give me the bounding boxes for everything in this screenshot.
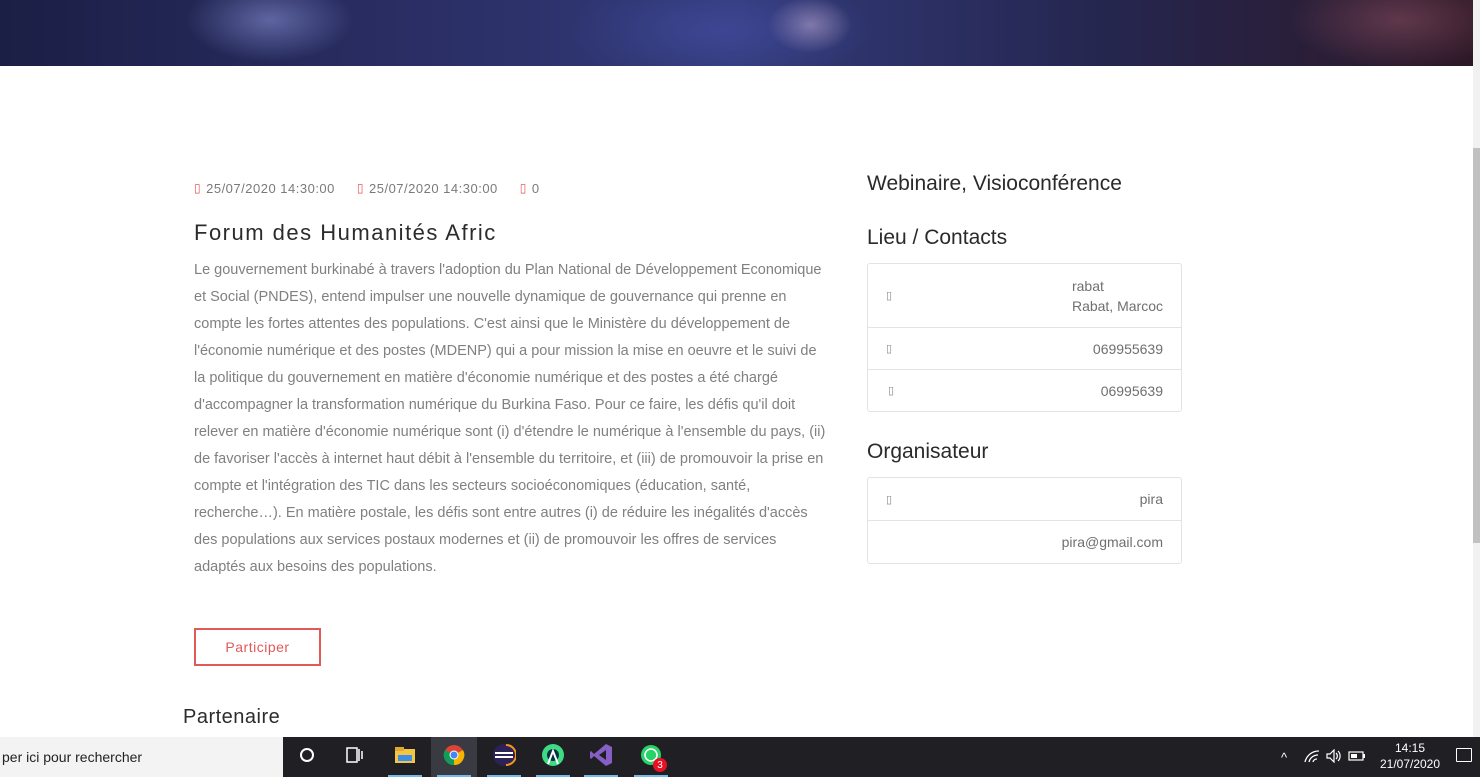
chevron-up-icon[interactable]: ^ [1276,750,1292,765]
taskbar-search[interactable]: per ici pour rechercher [0,737,283,777]
participant-count-text: 0 [531,180,540,196]
android-studio-icon [541,743,565,772]
event-meta: ▯ 25/07/2020 14:30:00 ▯ 25/07/2020 14:30… [194,180,834,196]
android-studio-button[interactable] [530,737,576,777]
windows-taskbar: per ici pour rechercher 3 ^ 14:15 21/07/… [0,737,1480,777]
file-explorer-icon [394,746,416,769]
city-text: rabat [1071,277,1104,294]
participate-button[interactable]: Participer [194,628,321,666]
location-heading: Lieu / Contacts [867,226,1008,249]
task-view-icon [345,746,363,768]
user-icon: ▯ [886,493,893,506]
organizer-name: pira [1139,491,1163,507]
chrome-button[interactable] [431,737,477,777]
file-explorer-button[interactable] [382,737,428,777]
eclipse-icon [492,743,517,772]
location-card: ▯ rabat Rabat, Marcoc ▯ 069955639 ▯ 0699… [867,263,1182,412]
phone-text[interactable]: 069955639 [1093,339,1163,359]
visual-studio-button[interactable] [578,737,624,777]
visual-studio-icon [589,743,613,772]
page-scrollbar[interactable] [1473,0,1480,737]
event-title: Forum des Humanités Afric [194,220,497,245]
system-tray: ^ [1276,737,1366,777]
organizer-name-row: ▯ pira [868,478,1181,520]
mobile-icon: ▯ [888,385,895,397]
network-icon[interactable] [1304,749,1320,766]
organizer-email-row: pira@gmail.com [868,520,1181,563]
cortana-icon [299,747,315,768]
user-icon: ▯ [519,181,527,195]
address-value: rabat Rabat, Marcoc [1072,276,1163,316]
volume-icon[interactable] [1326,748,1342,766]
phone-row: ▯ 069955639 [868,327,1181,369]
partner-heading: Partenaire [183,706,281,728]
mobile-row: ▯ 06995639 [868,369,1181,411]
taskbar-clock[interactable]: 14:15 21/07/2020 [1375,740,1445,772]
chrome-icon [443,744,465,771]
map-marker-icon: ▯ [886,290,893,302]
battery-icon[interactable] [1348,749,1366,765]
start-date: ▯ 25/07/2020 14:30:00 [194,181,335,196]
start-date-text: 25/07/2020 14:30:00 [206,180,335,196]
clock-time: 14:15 [1394,741,1426,755]
address-row: ▯ rabat Rabat, Marcoc [868,264,1181,327]
organizer-email[interactable]: pira@gmail.com [1062,532,1163,552]
event-description: Le gouvernement burkinabé à travers l'ad… [194,262,826,575]
organizer-card: ▯ pira pira@gmail.com [867,477,1182,564]
calendar-icon: ▯ [356,181,364,195]
event-details: ▯ 25/07/2020 14:30:00 ▯ 25/07/2020 14:30… [194,180,834,576]
cortana-button[interactable] [284,737,330,777]
hero-banner [0,0,1473,66]
notification-badge: 3 [653,758,667,772]
scrollbar-thumb[interactable] [1473,148,1480,543]
eclipse-button[interactable] [481,737,527,777]
end-date: ▯ 25/07/2020 14:30:00 [357,181,498,196]
clock-date: 21/07/2020 [1379,757,1441,771]
whatsapp-button[interactable]: 3 [628,737,674,777]
end-date-text: 25/07/2020 14:30:00 [369,180,498,196]
participant-count: ▯ 0 [520,181,540,196]
mobile-text[interactable]: 06995639 [1101,381,1163,401]
phone-icon: ▯ [886,343,893,355]
action-center-icon[interactable] [1456,748,1472,762]
event-type: Webinaire, Visioconférence [867,172,1122,195]
address-text: Rabat, Marcoc [1071,297,1163,314]
task-view-button[interactable] [331,737,377,777]
search-placeholder: per ici pour rechercher [2,749,143,765]
calendar-icon: ▯ [194,181,202,195]
organizer-heading: Organisateur [867,440,989,463]
